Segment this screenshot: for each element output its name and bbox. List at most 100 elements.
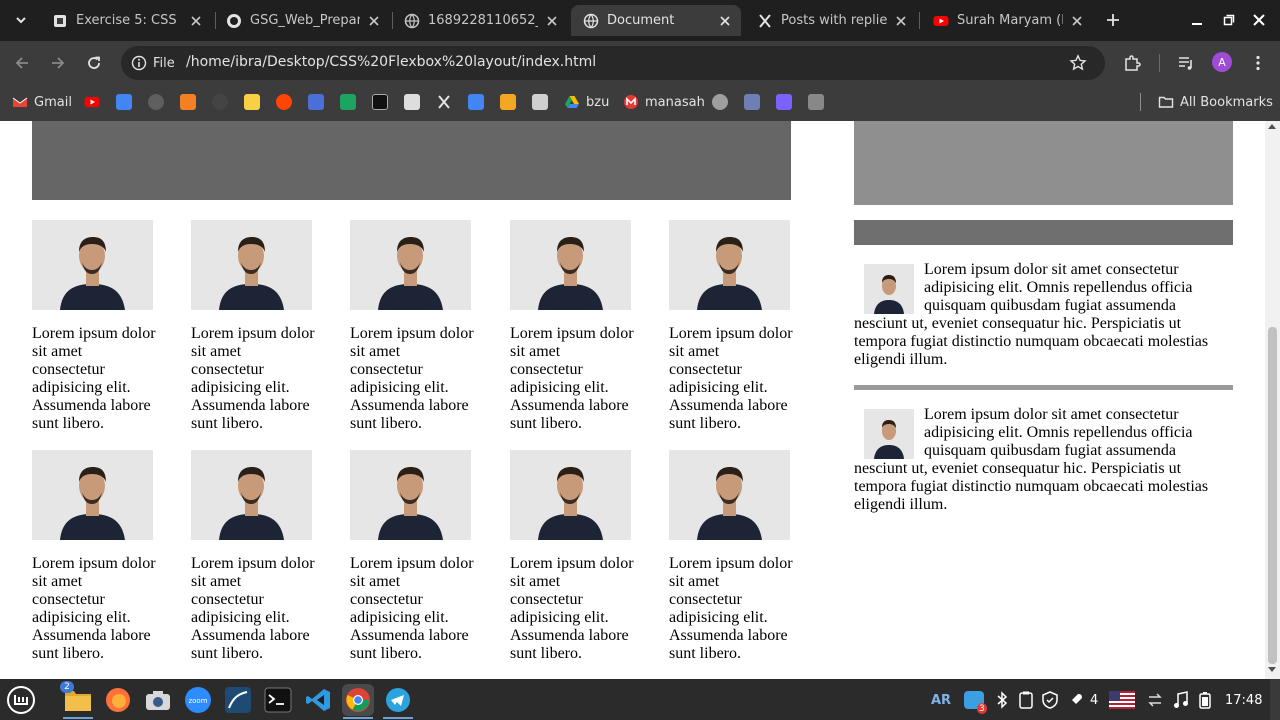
taskbar: 2 zoom AR 3 4 17:48	[0, 679, 1280, 720]
bookmark-incognito[interactable]	[148, 91, 164, 113]
bookmark-h[interactable]	[776, 91, 792, 113]
calendar-icon	[308, 94, 324, 110]
shield-tray[interactable]	[1042, 690, 1058, 710]
vscode-app[interactable]	[302, 684, 334, 716]
tab-separator	[919, 12, 920, 29]
network-tray[interactable]	[1147, 690, 1163, 710]
bookmark-reddit[interactable]	[276, 91, 292, 113]
zoom-app[interactable]: zoom	[182, 684, 214, 716]
close-icon[interactable]	[1069, 13, 1085, 29]
close-icon[interactable]	[717, 13, 733, 29]
maximize-button[interactable]	[1220, 11, 1238, 29]
bookmark-cc[interactable]	[372, 91, 388, 113]
bookmark-chart[interactable]	[468, 91, 484, 113]
bookmark-archive[interactable]	[532, 91, 548, 113]
extensions-button[interactable]	[1119, 50, 1145, 76]
sidebar-header-bar	[854, 220, 1233, 245]
menu-button[interactable]	[1245, 50, 1271, 76]
bookmark-dots[interactable]	[404, 91, 420, 113]
tab-search-button[interactable]	[8, 7, 34, 33]
clock[interactable]: 17:48	[1225, 690, 1262, 710]
profile-avatar[interactable]: A	[1212, 52, 1232, 72]
all-bookmarks-button[interactable]: All Bookmarks	[1158, 91, 1273, 113]
person-photo	[350, 220, 471, 310]
bookmark-smiley[interactable]	[244, 91, 260, 113]
chrome-app[interactable]	[342, 684, 374, 716]
scroll-up-arrow-icon[interactable]	[1268, 124, 1276, 129]
drive-icon	[565, 96, 579, 108]
folder-icon	[1158, 96, 1174, 108]
workspace-indicator[interactable]: 4	[1068, 690, 1098, 710]
bluetooth-tray[interactable]	[996, 690, 1008, 710]
close-window-button[interactable]	[1250, 11, 1268, 29]
new-tab-button[interactable]	[1102, 9, 1124, 31]
bookmark-terminal[interactable]	[500, 91, 516, 113]
globe-icon	[712, 94, 728, 110]
tab-youtube[interactable]: Surah Maryam (Be	[921, 5, 1093, 36]
bookmark-plus[interactable]	[340, 91, 356, 113]
url-text[interactable]: /home/ibra/Desktop/CSS%20Flexbox%20layou…	[186, 54, 596, 70]
bookmark-calendar[interactable]	[308, 91, 324, 113]
page-scrollbar[interactable]	[1265, 121, 1280, 679]
bookmark-bzu[interactable]: bzu	[564, 91, 609, 113]
bookmark-list[interactable]	[808, 91, 824, 113]
terminal-app[interactable]	[262, 684, 294, 716]
address-bar[interactable]: File /home/ibra/Desktop/CSS%20Flexbox%20…	[121, 46, 1105, 80]
svg-text:zoom: zoom	[188, 697, 207, 705]
tab-title: GSG_Web_Prepara	[250, 13, 360, 28]
bookmark-youtube[interactable]	[84, 91, 100, 113]
tab-github[interactable]: GSG_Web_Prepara	[214, 5, 390, 36]
tab-title: Surah Maryam (Be	[957, 13, 1063, 28]
close-icon[interactable]	[893, 13, 909, 29]
back-button[interactable]	[9, 50, 35, 76]
card: Lorem ipsum dolor sit amet consectetur a…	[669, 450, 793, 663]
show-desktop-button[interactable]	[1270, 679, 1280, 720]
bookmark-label: manasah	[645, 94, 705, 110]
firefox-app[interactable]	[102, 684, 134, 716]
card-text: Lorem ipsum dolor sit amet consectetur a…	[32, 555, 156, 662]
card: Lorem ipsum dolor sit amet consectetur a…	[510, 450, 634, 663]
close-icon[interactable]	[544, 13, 560, 29]
forward-button[interactable]	[45, 50, 71, 76]
telegram-icon	[386, 688, 410, 712]
bookmark-translate[interactable]	[116, 91, 132, 113]
tab-file[interactable]: 1689228110652_	[392, 5, 568, 36]
bluetooth-icon	[997, 691, 1008, 709]
media-tray[interactable]	[1173, 690, 1189, 710]
star-icon[interactable]	[1069, 54, 1087, 72]
person-thumbnail	[864, 264, 914, 314]
card-text: Lorem ipsum dolor sit amet consectetur a…	[669, 555, 793, 662]
media-control-button[interactable]	[1173, 50, 1199, 76]
telegram-app[interactable]	[382, 684, 414, 716]
mysql-workbench-app[interactable]	[222, 684, 254, 716]
keyboard-layout-indicator[interactable]: AR	[931, 690, 951, 710]
close-icon[interactable]	[188, 13, 204, 29]
minimize-button[interactable]	[1188, 11, 1206, 29]
bookmark-gmail[interactable]: Gmail	[12, 91, 72, 113]
bookmark-stack[interactable]	[180, 91, 196, 113]
start-menu-button[interactable]	[5, 684, 37, 716]
bookmark-label: bzu	[586, 94, 610, 110]
bookmark-github[interactable]	[212, 91, 228, 113]
camera-app[interactable]	[142, 684, 174, 716]
chrome-icon	[346, 688, 370, 712]
running-indicator	[383, 717, 413, 719]
tab-x-posts[interactable]: Posts with replies	[745, 5, 917, 36]
site-info-chip[interactable]: File	[127, 51, 183, 75]
bookmarks-separator	[1140, 93, 1141, 111]
tab-exercise[interactable]: Exercise 5: CSS Fle	[40, 5, 212, 36]
scroll-down-arrow-icon[interactable]	[1268, 667, 1276, 672]
bookmark-x[interactable]	[436, 91, 452, 113]
reload-button[interactable]	[81, 50, 107, 76]
bookmark-globe[interactable]	[712, 91, 728, 113]
card: Lorem ipsum dolor sit amet consectetur a…	[510, 220, 634, 433]
tab-document[interactable]: Document	[571, 5, 741, 36]
language-tray[interactable]	[1109, 690, 1135, 710]
person-photo	[350, 450, 471, 540]
bookmark-manasah[interactable]: manasah	[623, 91, 705, 113]
battery-tray[interactable]	[1199, 690, 1211, 710]
bookmark-box[interactable]	[744, 91, 760, 113]
clipboard-tray[interactable]	[1019, 690, 1033, 710]
close-icon[interactable]	[366, 13, 382, 29]
scrollbar-thumb[interactable]	[1268, 327, 1277, 664]
